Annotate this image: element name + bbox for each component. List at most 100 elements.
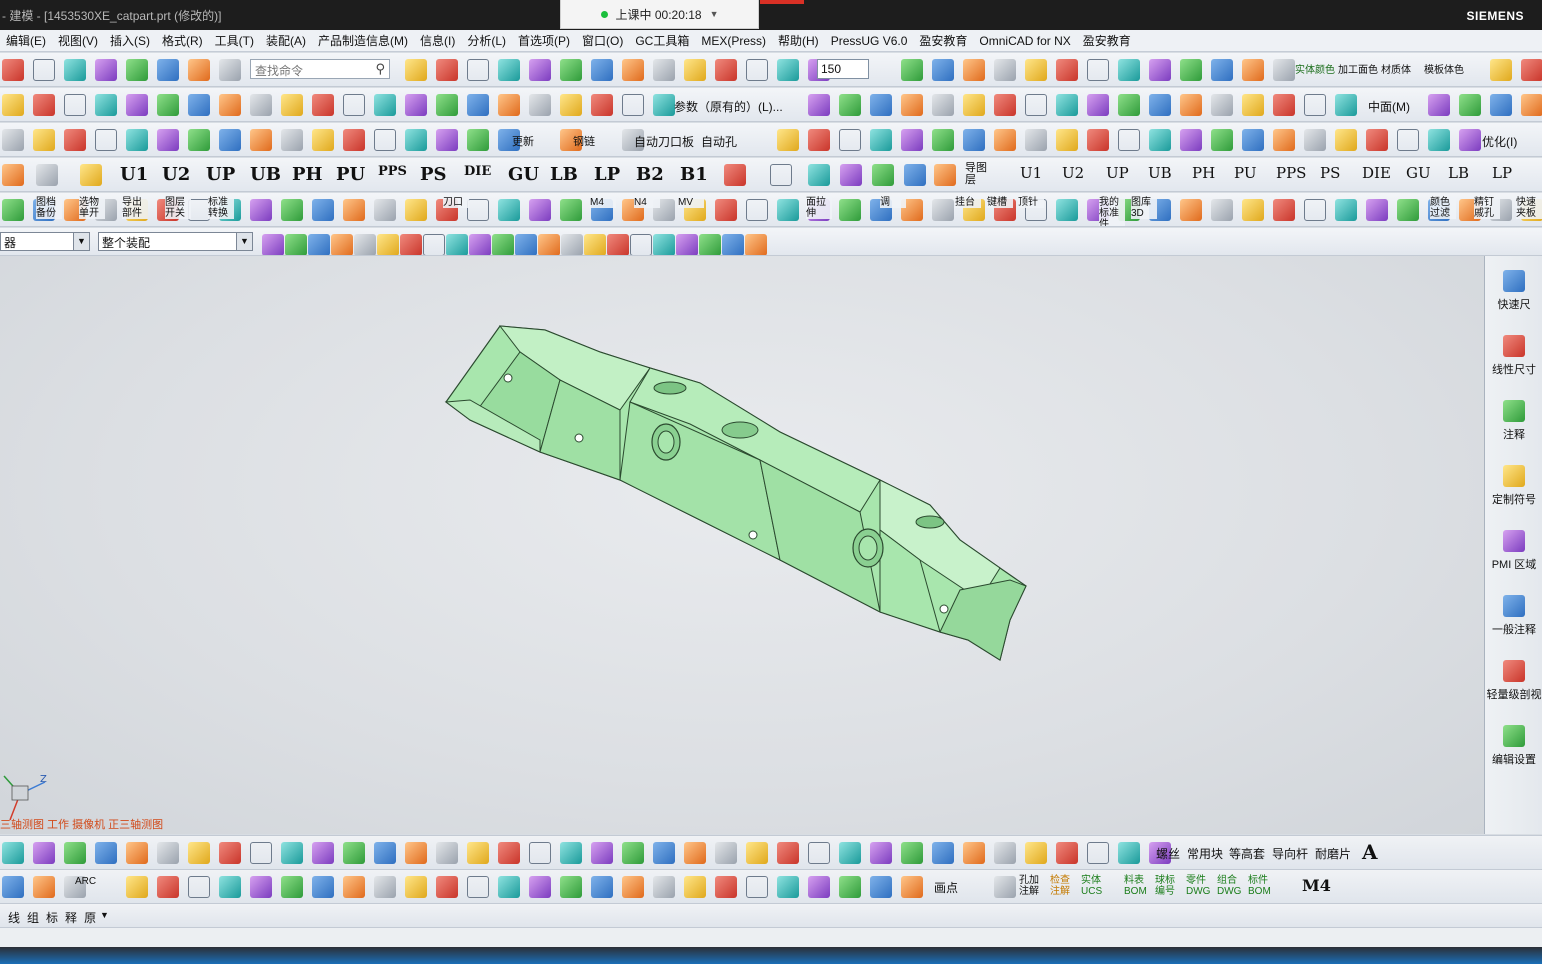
toolbar-tool-icon[interactable] [808, 842, 830, 864]
toolbar-tool-icon[interactable] [994, 59, 1016, 81]
toolbar-tool-icon[interactable] [994, 876, 1016, 898]
toolbar-tool-icon[interactable] [250, 842, 272, 864]
toolbar-tool-icon[interactable] [343, 842, 365, 864]
label-parameter[interactable]: 参数（原有的）(L)... [674, 98, 783, 115]
move-button-lb[interactable]: LB [1448, 164, 1469, 182]
toolbar-tool-icon[interactable] [95, 842, 117, 864]
toolbar-tool-icon[interactable] [839, 842, 861, 864]
toolbar-tool-icon[interactable] [839, 199, 861, 221]
toolbar-tool-icon[interactable] [1087, 842, 1109, 864]
toolbar-tool-icon[interactable] [374, 129, 396, 151]
toolbar-tool-icon[interactable] [1273, 129, 1295, 151]
toolbar-tool-icon[interactable] [1025, 59, 1047, 81]
toolbar-tool-icon[interactable] [653, 876, 675, 898]
plate-button-ub[interactable]: UB [250, 164, 281, 185]
toolbar-tool-icon[interactable] [932, 842, 954, 864]
toolbar-tool-icon[interactable] [622, 876, 644, 898]
toolbar-tool-icon[interactable] [2, 94, 24, 116]
plate-button-pps[interactable]: PPS [378, 164, 407, 179]
toolbar-tool-icon[interactable] [157, 94, 179, 116]
toolbar-tool-icon[interactable] [870, 842, 892, 864]
toolbar-tool-icon[interactable] [901, 842, 923, 864]
toolbar-tool-icon[interactable] [653, 94, 675, 116]
label-screw[interactable]: 螺丝 [1156, 845, 1180, 862]
toolbar-tool-icon[interactable] [932, 94, 954, 116]
toolbar-tool-icon[interactable] [1335, 94, 1357, 116]
toolbar-tool-icon[interactable] [515, 234, 537, 255]
recording-indicator[interactable]: 上课中 00:20:18 ▼ [560, 0, 759, 29]
search-icon[interactable]: ⚲ [375, 61, 385, 77]
toolbar-tool-icon[interactable] [343, 199, 365, 221]
toolbar-tool-icon[interactable] [33, 59, 55, 81]
label-m4[interactable]: M4 [1302, 876, 1331, 895]
pmi-tool-2[interactable]: 注释 [1485, 394, 1542, 454]
plate-button-u1[interactable]: U1 [120, 164, 148, 185]
toolbar-tool-icon[interactable] [467, 129, 489, 151]
toolbar-tool-icon[interactable] [1025, 94, 1047, 116]
pmi-tool-0[interactable]: 快速尺 [1485, 264, 1542, 324]
menu-item-1[interactable]: 视图(V) [52, 32, 104, 49]
toolbar-tool-icon[interactable] [994, 842, 1016, 864]
move-button-lp[interactable]: LP [1492, 164, 1512, 182]
toolbar-tool-icon[interactable] [777, 59, 799, 81]
toolbar-tool-icon[interactable] [994, 129, 1016, 151]
toolbar-tool-icon[interactable] [560, 842, 582, 864]
toolbar-tool-icon[interactable] [1366, 129, 1388, 151]
toolbar-tool-icon[interactable] [188, 842, 210, 864]
toolbar-tool-icon[interactable] [963, 129, 985, 151]
toolbar-tool-icon[interactable] [374, 876, 396, 898]
tool-label-13[interactable]: 顶针 [1018, 197, 1044, 208]
plate-button-ps[interactable]: PS [420, 164, 447, 185]
tool-label-5[interactable]: 刀口 [443, 197, 469, 208]
label-hole-annotation[interactable]: 孔加注解 [1019, 875, 1043, 897]
menu-item-6[interactable]: 产品制造信息(M) [312, 32, 414, 49]
toolbar-tool-icon[interactable] [1490, 59, 1512, 81]
toolbar-tool-icon[interactable] [607, 234, 629, 255]
toolbar-tool-icon[interactable] [1056, 842, 1078, 864]
label-part-dwg[interactable]: 零件DWG [1186, 875, 1210, 897]
toolbar-tool-icon[interactable] [684, 842, 706, 864]
toolbar-tool-icon[interactable] [436, 129, 458, 151]
toolbar-tool-icon[interactable] [1211, 129, 1233, 151]
label-auto-hole[interactable]: 自动孔 [701, 133, 737, 150]
plate-button-lb[interactable]: LB [550, 164, 578, 185]
toolbar-tool-icon[interactable] [1521, 59, 1542, 81]
toolbar-tool-icon[interactable] [777, 199, 799, 221]
tool-label-11[interactable]: 挂台 [955, 197, 981, 208]
toolbar-tool-icon[interactable] [467, 842, 489, 864]
toolbar-tool-icon[interactable] [676, 234, 698, 255]
tool-label-10[interactable]: 调 [880, 197, 906, 208]
toolbar-tool-icon[interactable] [591, 94, 613, 116]
toolbar-tool-icon[interactable] [1149, 94, 1171, 116]
toolbar-tool-icon[interactable] [467, 59, 489, 81]
label-equal-height[interactable]: 等高套 [1229, 845, 1265, 862]
toolbar-tool-icon[interactable] [1025, 842, 1047, 864]
toolbar-tool-icon[interactable] [250, 876, 272, 898]
toolbar-tool-icon[interactable] [262, 234, 284, 255]
label-optimize[interactable]: 优化(I) [1482, 133, 1517, 150]
toolbar-tool-icon[interactable] [1335, 199, 1357, 221]
toolbar-tool-icon[interactable] [312, 842, 334, 864]
toolbar-tool-icon[interactable] [1180, 94, 1202, 116]
toolbar-tool-icon[interactable] [808, 94, 830, 116]
toolbar-tool-icon[interactable] [405, 876, 427, 898]
toolbar-tool-icon[interactable] [95, 94, 117, 116]
toolbar-tool-icon[interactable] [561, 234, 583, 255]
tool-label-6[interactable]: M4 [590, 197, 616, 208]
toolbar-tool-icon[interactable] [95, 129, 117, 151]
toolbar-tool-icon[interactable] [872, 164, 894, 186]
toolbar-tool-icon[interactable] [2, 129, 24, 151]
toolbar-tool-icon[interactable] [1397, 129, 1419, 151]
toolbar-tool-icon[interactable] [2, 164, 24, 186]
toolbar-tool-icon[interactable] [901, 129, 923, 151]
toolbar-tool-icon[interactable] [653, 234, 675, 255]
label-material-body[interactable]: 材质体 [1381, 61, 1411, 76]
toolbar-tool-icon[interactable] [715, 876, 737, 898]
toolbar-tool-icon[interactable] [1242, 199, 1264, 221]
toolbar-tool-icon[interactable] [312, 199, 334, 221]
toolbar-tool-icon[interactable] [377, 234, 399, 255]
plate-button-u2[interactable]: U2 [162, 164, 190, 185]
toolbar-tool-icon[interactable] [498, 199, 520, 221]
toolbar-tool-icon[interactable] [1211, 199, 1233, 221]
toolbar-tool-icon[interactable] [715, 199, 737, 221]
